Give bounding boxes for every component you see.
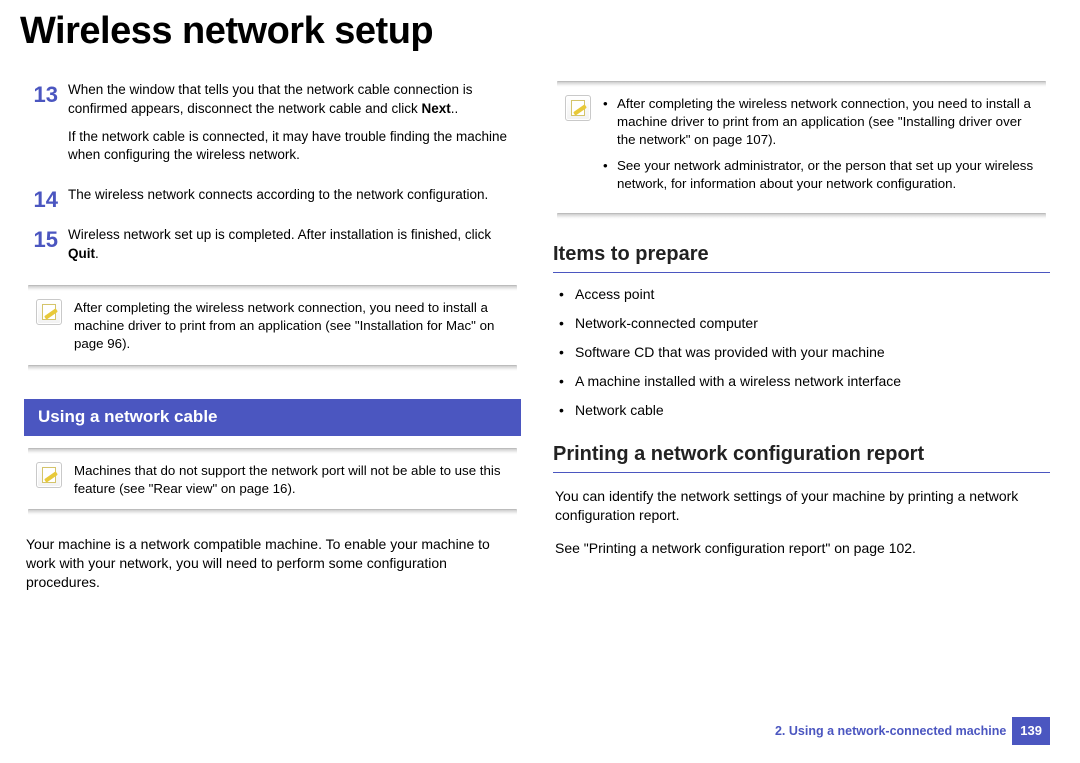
subheading-items: Items to prepare: [553, 241, 1050, 273]
left-column: 13 When the window that tells you that th…: [24, 81, 521, 602]
note-box-mac: After completing the wireless network co…: [26, 285, 519, 371]
note-bullet: After completing the wireless network co…: [603, 95, 1038, 149]
step-paragraph: When the window that tells you that the …: [68, 81, 521, 117]
note-icon: [36, 299, 62, 325]
list-item: A machine installed with a wireless netw…: [557, 372, 1050, 391]
note-bullet: See your network administrator, or the p…: [603, 157, 1038, 193]
items-list: Access point Network-connected computer So…: [557, 285, 1050, 419]
note-text: Machines that do not support the network…: [74, 462, 509, 498]
list-item: Network-connected computer: [557, 314, 1050, 333]
divider: [557, 213, 1046, 219]
subheading-print: Printing a network configuration report: [553, 441, 1050, 473]
step-number: 13: [24, 81, 58, 174]
divider: [28, 365, 517, 371]
step: 15 Wireless network set up is completed. …: [24, 226, 521, 272]
step-number: 14: [24, 186, 58, 214]
list-item: Network cable: [557, 401, 1050, 420]
step: 13 When the window that tells you that th…: [24, 81, 521, 174]
content-columns: 13 When the window that tells you that th…: [0, 61, 1080, 602]
step: 14 The wireless network connects accordin…: [24, 186, 521, 214]
chapter-label: 2. Using a network-connected machine: [775, 723, 1006, 740]
body-paragraph: Your machine is a network compatible mac…: [26, 535, 519, 592]
step-body: When the window that tells you that the …: [68, 81, 521, 174]
note-text: After completing the wireless network co…: [74, 299, 509, 353]
step-number: 15: [24, 226, 58, 272]
step-paragraph: The wireless network connects according …: [68, 186, 521, 204]
note-icon: [36, 462, 62, 488]
note-box-network: After completing the wireless network co…: [555, 81, 1048, 219]
note-icon: [565, 95, 591, 121]
note-text: After completing the wireless network co…: [603, 95, 1038, 201]
note-box-port: Machines that do not support the network…: [26, 448, 519, 516]
page-number: 139: [1012, 717, 1050, 745]
page-title: Wireless network setup: [0, 0, 1080, 61]
body-paragraph: See "Printing a network configuration re…: [555, 539, 1048, 558]
page-footer: 2. Using a network-connected machine 139: [775, 717, 1050, 745]
step-body: Wireless network set up is completed. Af…: [68, 226, 521, 272]
step-paragraph: If the network cable is connected, it ma…: [68, 128, 521, 164]
list-item: Software CD that was provided with your …: [557, 343, 1050, 362]
section-heading-cable: Using a network cable: [24, 399, 521, 436]
right-column: After completing the wireless network co…: [553, 81, 1050, 602]
body-paragraph: You can identify the network settings of…: [555, 487, 1048, 525]
list-item: Access point: [557, 285, 1050, 304]
step-paragraph: Wireless network set up is completed. Af…: [68, 226, 521, 262]
step-body: The wireless network connects according …: [68, 186, 521, 214]
divider: [28, 509, 517, 515]
